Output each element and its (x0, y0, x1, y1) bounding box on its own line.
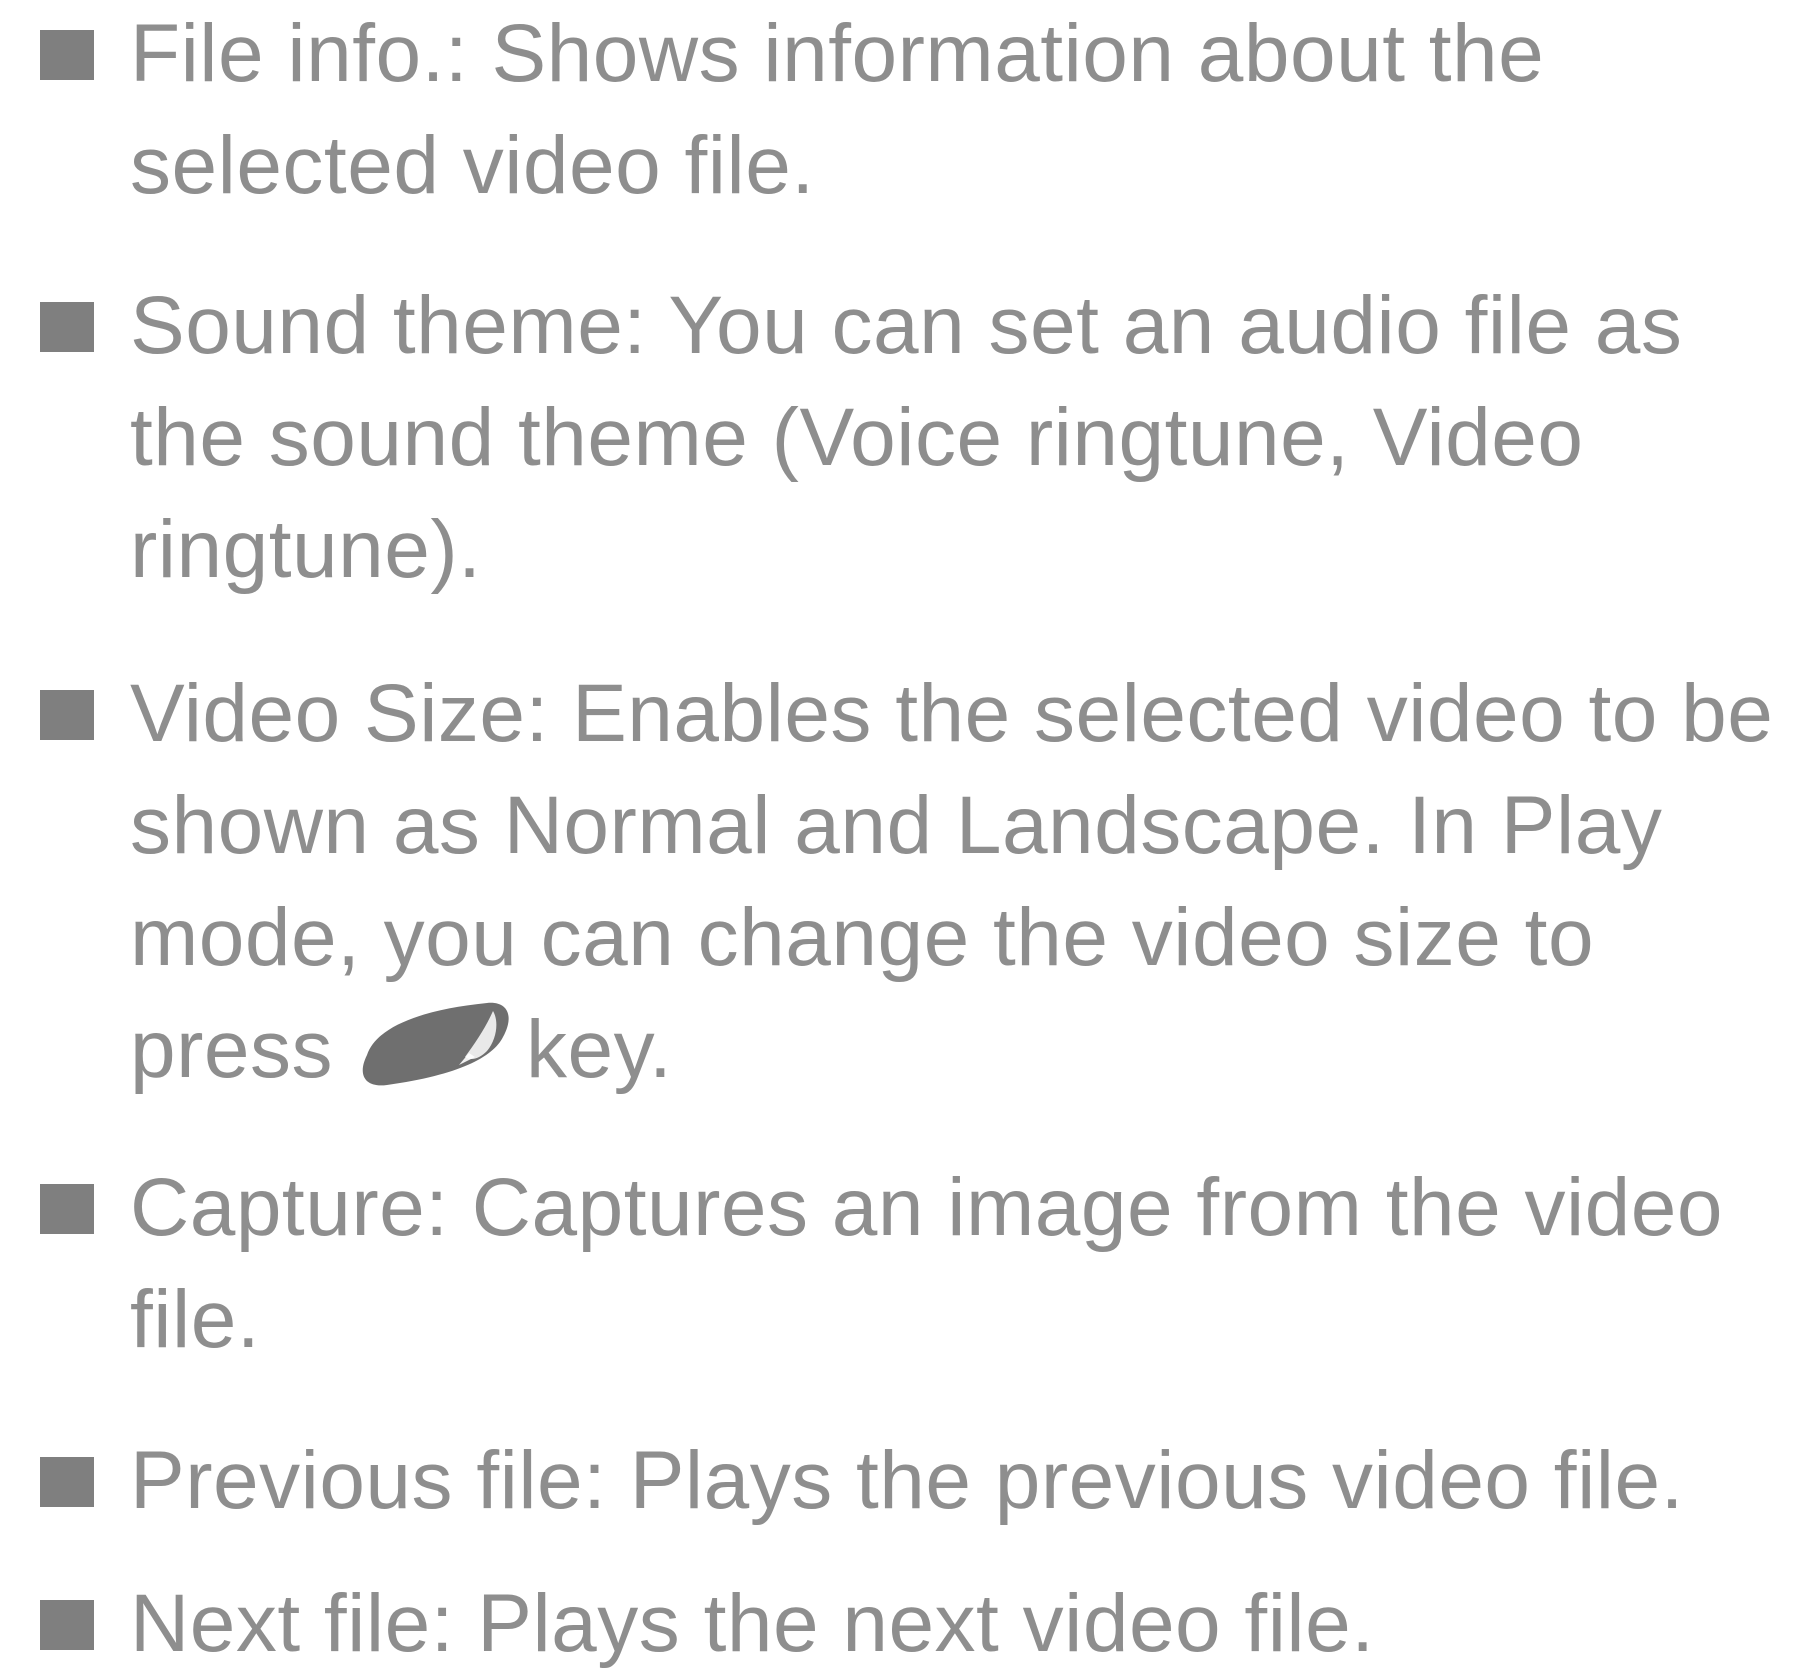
item-text-fragment: key. (526, 1004, 673, 1095)
bullet-square (40, 1457, 94, 1507)
item-text-fragment: press (130, 1004, 334, 1095)
item-text-line: Capture: Captures an image from the vide… (130, 1162, 1723, 1253)
item-text-line: Video Size: Enables the selected video t… (130, 668, 1774, 759)
bullet-square (40, 1184, 94, 1234)
item-text-line: Sound theme: You can set an audio file a… (130, 280, 1683, 371)
bullet-square (40, 690, 94, 740)
item-text-line: ringtune). (130, 504, 482, 595)
item-text-line-with-icon: press key. (130, 994, 672, 1106)
item-text-line: mode, you can change the video size to (130, 892, 1595, 983)
item-text-line: the sound theme (Voice ringtune, Video (130, 392, 1584, 483)
item-text-line: selected video file. (130, 120, 815, 211)
bullet-square (40, 1600, 94, 1650)
item-text-line: Next file: Plays the next video file. (130, 1578, 1375, 1669)
manual-page: File info.: Shows information about the … (0, 0, 1814, 1669)
item-text-line: shown as Normal and Landscape. In Play (130, 780, 1663, 871)
item-text-line: Previous file: Plays the previous video … (130, 1435, 1684, 1526)
bullet-square (40, 30, 94, 80)
soft-key-icon (362, 1003, 509, 1086)
item-text-line: file. (130, 1274, 261, 1365)
bullet-square (40, 302, 94, 352)
item-text-line: File info.: Shows information about the (130, 8, 1545, 99)
